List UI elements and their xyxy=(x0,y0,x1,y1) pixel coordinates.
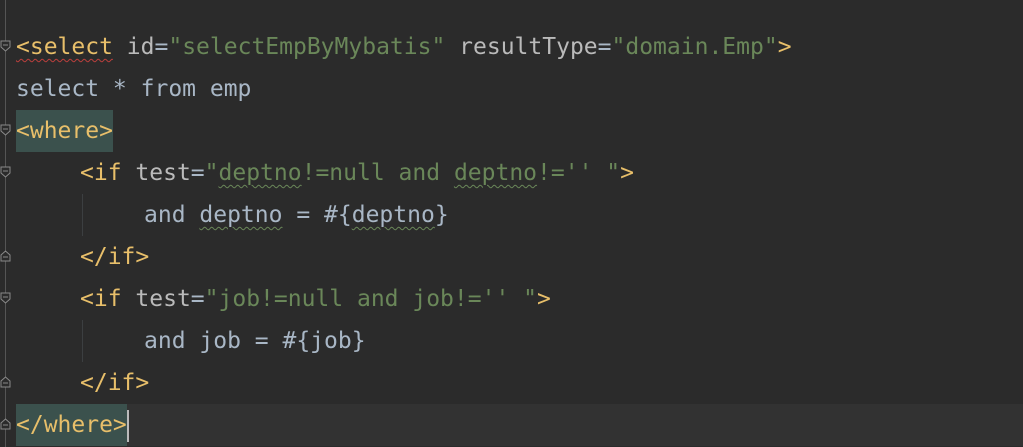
code-editor[interactable]: <select id="selectEmpByMybatis" resultTy… xyxy=(0,0,1023,447)
fold-minus-icon[interactable] xyxy=(0,124,11,136)
equals-sign: = xyxy=(597,34,612,60)
if-open-tag: <if xyxy=(80,160,122,186)
sql-column: deptno xyxy=(199,202,283,228)
equals-sign: = xyxy=(190,286,205,312)
attr-name: test xyxy=(135,286,191,312)
code-line[interactable]: and job = #{job} xyxy=(16,320,1023,362)
tag-close: > xyxy=(537,286,551,312)
fold-minus-icon[interactable] xyxy=(0,40,11,52)
code-line[interactable]: <if test="job!=null and job!='' "> xyxy=(16,278,1023,320)
fold-minus-icon[interactable] xyxy=(0,292,11,304)
string-quote: " xyxy=(204,160,219,186)
tag-close: > xyxy=(620,160,634,186)
if-close-tag: </if> xyxy=(80,370,150,396)
sql-operator: = #{ xyxy=(282,202,352,228)
string-text: !='' xyxy=(537,160,607,186)
text-caret xyxy=(126,409,129,442)
code-line[interactable]: select * from emp xyxy=(16,68,1023,110)
sql-text: and job = #{job} xyxy=(144,328,366,354)
fold-end-icon[interactable] xyxy=(0,376,11,388)
attr-value: "selectEmpByMybatis" xyxy=(168,34,446,60)
sql-param: deptno xyxy=(351,202,435,228)
string-text: !=null and xyxy=(301,160,454,186)
tag-close: > xyxy=(777,34,792,60)
indent-guide xyxy=(82,320,83,362)
select-open-tag: <select xyxy=(16,34,113,60)
fold-end-icon[interactable] xyxy=(0,250,11,262)
code-line-current[interactable]: </where> xyxy=(16,404,1023,446)
string-quote: " xyxy=(606,160,621,186)
fold-minus-icon[interactable] xyxy=(0,166,11,178)
attr-name: resultType xyxy=(459,34,598,60)
sql-keyword: and xyxy=(144,202,200,228)
indent-guide xyxy=(82,194,83,236)
where-close-tag: </where> xyxy=(16,404,127,446)
fold-gutter xyxy=(0,0,14,447)
attr-value: "job!=null and job!='' " xyxy=(204,286,537,312)
code-line[interactable]: <select id="selectEmpByMybatis" resultTy… xyxy=(16,26,1023,68)
equals-sign: = xyxy=(154,34,169,60)
where-open-tag: <where> xyxy=(16,110,113,152)
code-line[interactable]: <where> xyxy=(16,110,1023,152)
attr-name: test xyxy=(135,160,191,186)
code-line[interactable]: </if> xyxy=(16,362,1023,404)
code-line[interactable]: and deptno = #{deptno} xyxy=(16,194,1023,236)
string-variable: deptno xyxy=(453,160,538,186)
if-open-tag: <if xyxy=(80,286,122,312)
code-line[interactable]: <if test="deptno!=null and deptno!='' "> xyxy=(16,152,1023,194)
fold-end-icon[interactable] xyxy=(0,418,11,430)
sql-text: select * from emp xyxy=(16,76,252,102)
attr-value: "domain.Emp" xyxy=(611,34,778,60)
code-line[interactable]: </if> xyxy=(16,236,1023,278)
sql-brace: } xyxy=(434,202,449,228)
string-variable: deptno xyxy=(218,160,302,186)
equals-sign: = xyxy=(190,160,205,186)
if-close-tag: </if> xyxy=(80,244,150,270)
attr-name: id xyxy=(126,34,155,60)
